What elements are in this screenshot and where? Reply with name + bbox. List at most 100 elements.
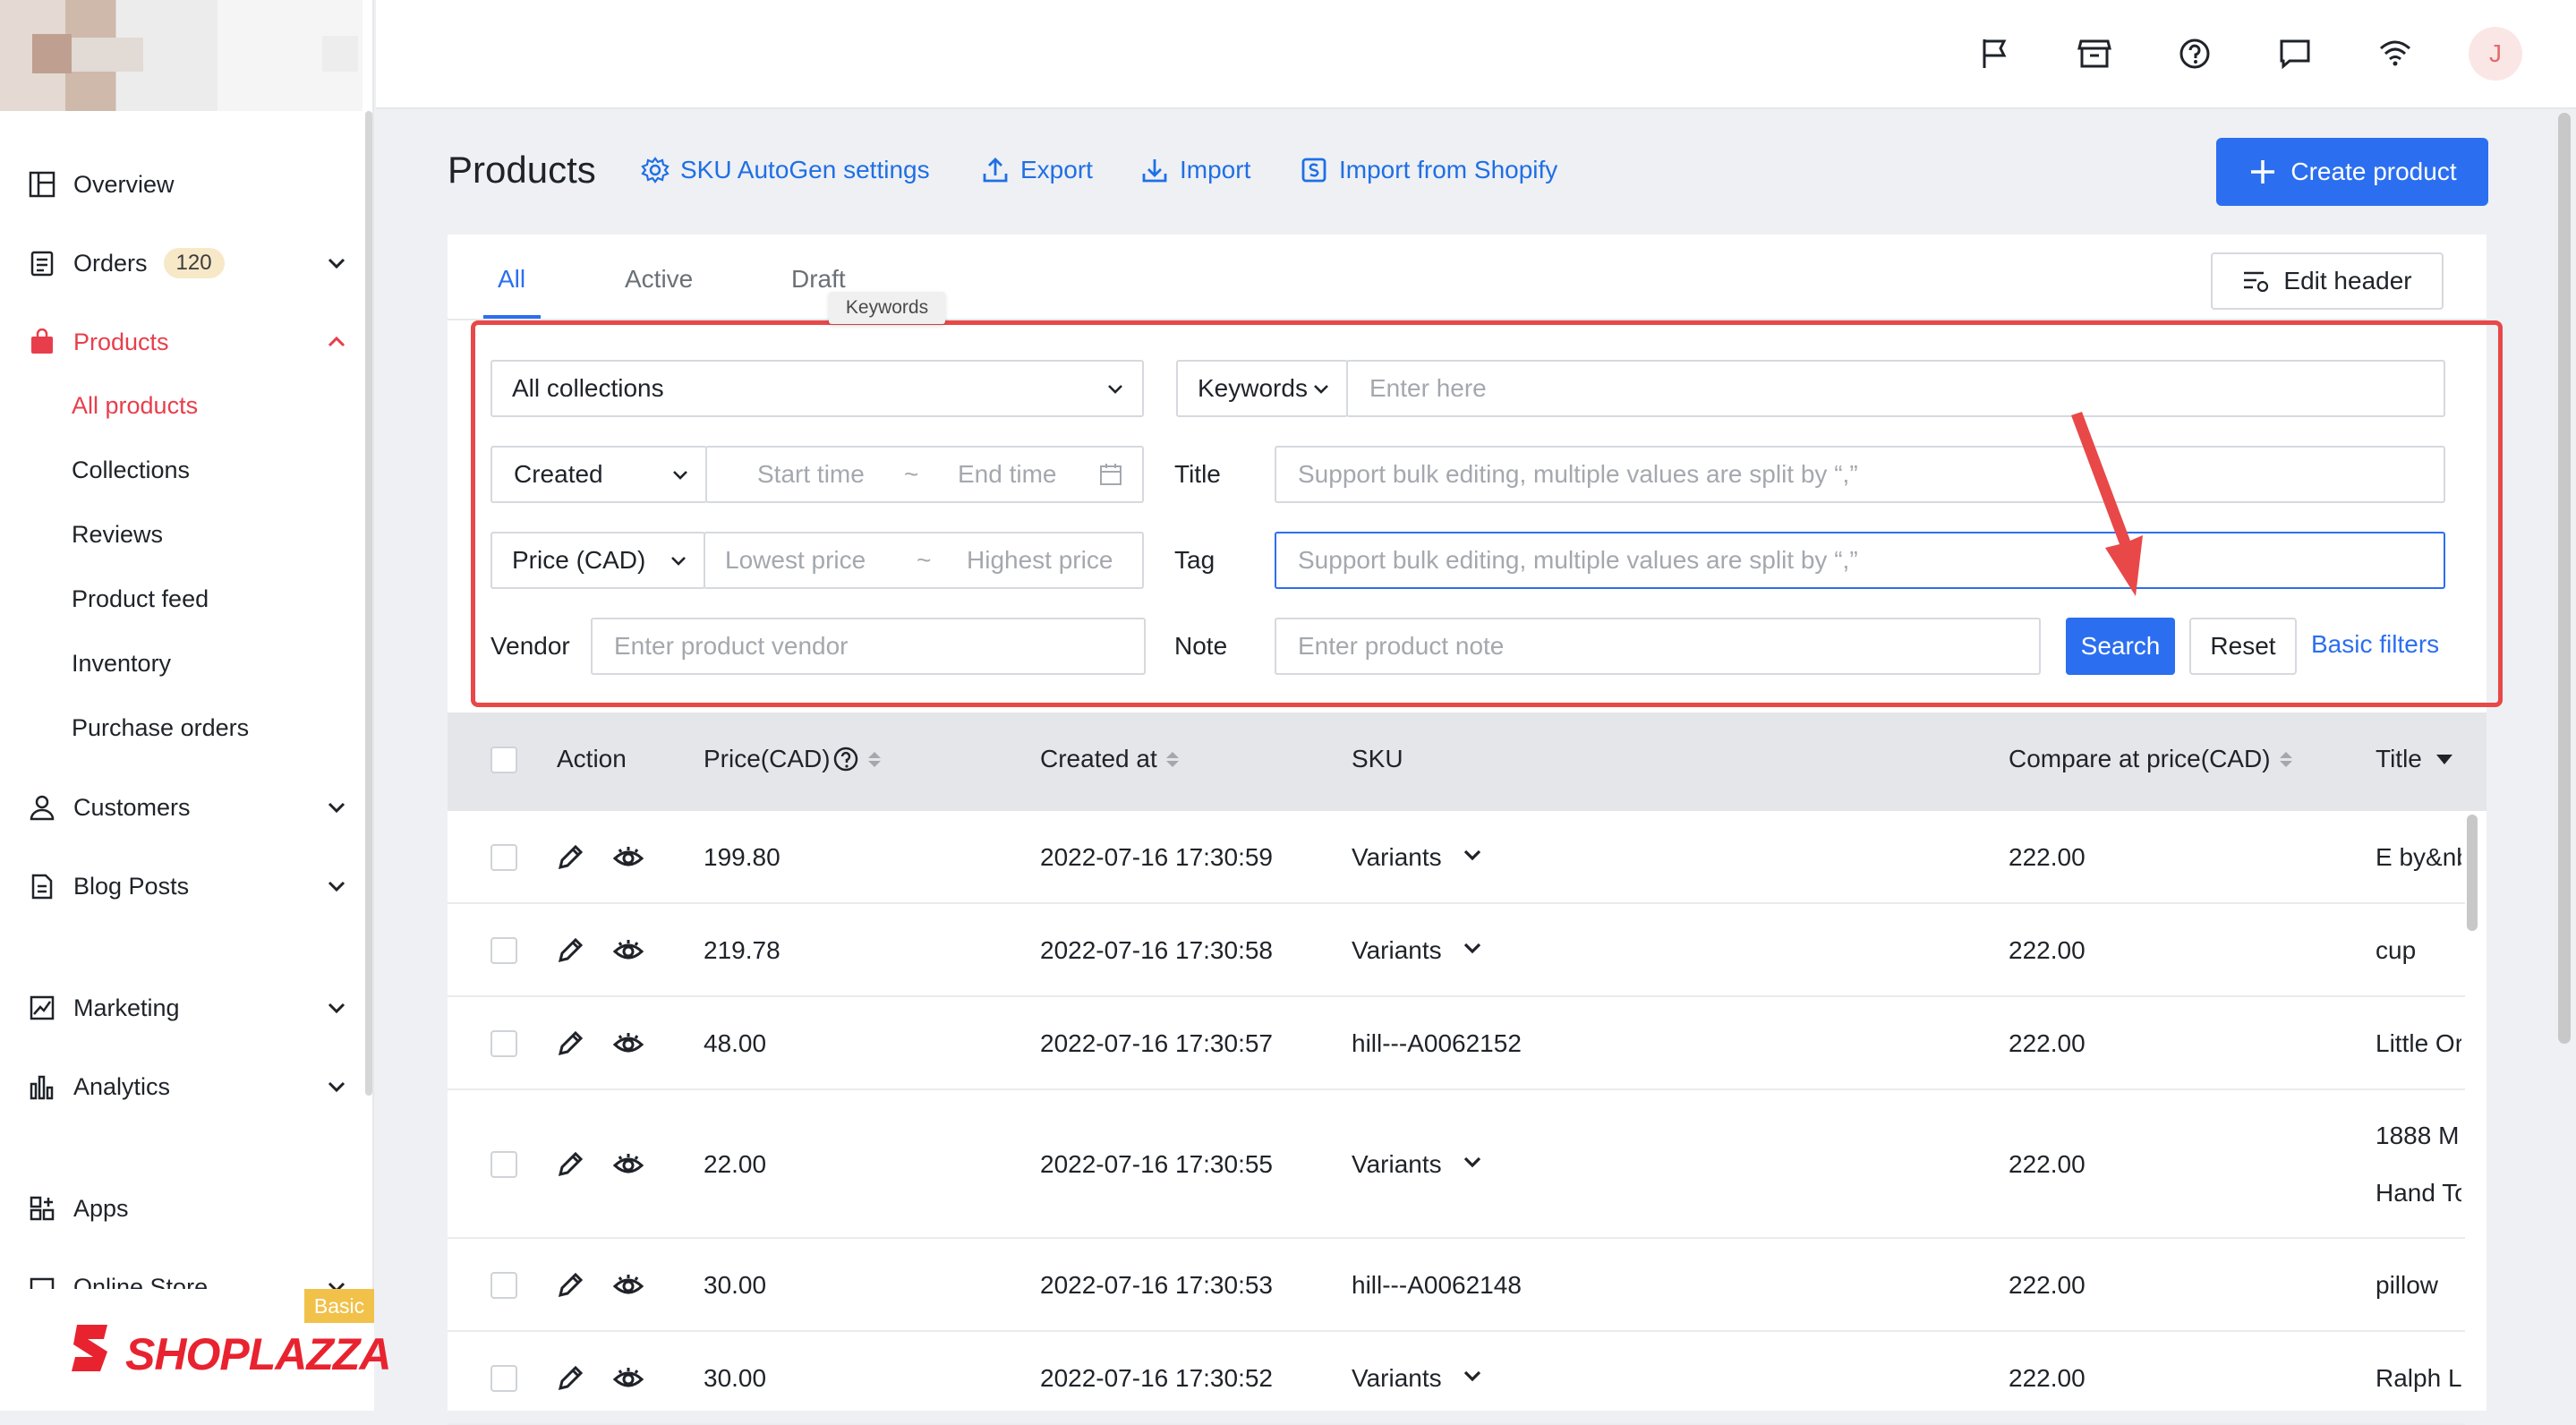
sidebar-item-customers[interactable]: Customers <box>27 784 349 831</box>
reset-button[interactable]: Reset <box>2189 618 2297 675</box>
column-created-at[interactable]: Created at <box>1040 745 1179 773</box>
sidebar-item-apps[interactable]: Apps <box>27 1185 349 1232</box>
edit-pencil-icon[interactable] <box>555 935 585 972</box>
preview-eye-icon[interactable] <box>612 842 644 879</box>
sidebar-subitem-collections[interactable]: Collections <box>72 457 190 484</box>
sort-icon[interactable] <box>2279 751 2292 767</box>
sort-icon[interactable] <box>867 751 881 767</box>
collection-select[interactable]: All collections <box>490 360 1144 417</box>
price-cell: 30.00 <box>704 1364 767 1392</box>
price-type-select[interactable]: Price (CAD) <box>490 532 705 589</box>
column-title[interactable]: Title <box>2376 745 2454 773</box>
date-type-select[interactable]: Created <box>490 446 707 503</box>
sidebar-scrollbar[interactable] <box>365 111 372 1096</box>
chevron-down-icon[interactable] <box>1461 1150 1484 1180</box>
select-all-checkbox[interactable] <box>490 747 517 773</box>
table-scrollbar[interactable] <box>2467 815 2478 931</box>
chevron-down-icon[interactable] <box>324 995 349 1020</box>
price-cell: 30.00 <box>704 1271 767 1299</box>
preview-eye-icon[interactable] <box>612 1149 644 1186</box>
sidebar-subitem-purchase-orders[interactable]: Purchase orders <box>72 714 249 742</box>
edit-pencil-icon[interactable] <box>555 1028 585 1065</box>
row-checkbox[interactable] <box>490 1365 517 1392</box>
sidebar-subitem-all-products[interactable]: All products <box>72 392 198 420</box>
compare-price-cell: 222.00 <box>2009 1029 2086 1057</box>
sku-cell: hill---A0062152 <box>1352 1029 1522 1057</box>
export-link[interactable]: Export <box>981 156 1093 184</box>
flag-icon[interactable] <box>1976 36 2012 72</box>
search-button[interactable]: Search <box>2066 618 2175 675</box>
edit-pencil-icon[interactable] <box>555 1270 585 1307</box>
sidebar-item-products[interactable]: Products <box>27 319 349 365</box>
page-scrollbar[interactable] <box>2558 113 2571 1044</box>
date-range-picker[interactable]: Start time ~ End time <box>705 446 1144 503</box>
edit-pencil-icon[interactable] <box>555 1149 585 1186</box>
sidebar-item-overview[interactable]: Overview <box>27 161 349 208</box>
column-compare-price[interactable]: Compare at price(CAD) <box>2009 745 2292 773</box>
products-bag-icon <box>27 327 57 357</box>
sidebar-item-blog-posts[interactable]: Blog Posts <box>27 863 349 909</box>
tag-filter-input[interactable]: Support bulk editing, multiple values ar… <box>1275 532 2445 589</box>
chevron-up-icon[interactable] <box>324 329 349 354</box>
help-icon[interactable] <box>832 746 859 772</box>
sidebar-subitem-product-feed[interactable]: Product feed <box>72 585 209 613</box>
tab-active[interactable]: Active <box>625 265 693 294</box>
sort-icon[interactable] <box>1165 751 1179 767</box>
sku-autogen-settings-link[interactable]: SKU AutoGen settings <box>641 156 930 184</box>
keyword-input[interactable]: Enter here <box>1346 360 2445 417</box>
chevron-down-icon <box>1108 385 1122 394</box>
sidebar-subitem-inventory[interactable]: Inventory <box>72 650 171 678</box>
preview-eye-icon[interactable] <box>612 1363 644 1400</box>
chevron-down-icon[interactable] <box>324 1074 349 1099</box>
preview-eye-icon[interactable] <box>612 935 644 972</box>
title-filter-input[interactable]: Support bulk editing, multiple values ar… <box>1275 446 2445 503</box>
edit-pencil-icon[interactable] <box>555 1363 585 1400</box>
basic-filters-link[interactable]: Basic filters <box>2311 630 2439 659</box>
chevron-down-icon[interactable] <box>324 874 349 899</box>
avatar[interactable]: J <box>2469 27 2522 81</box>
annotation-arrow-icon <box>2071 412 2143 596</box>
chevron-down-icon[interactable] <box>1461 936 1484 966</box>
row-checkbox[interactable] <box>490 1272 517 1299</box>
chevron-down-icon[interactable] <box>1461 843 1484 873</box>
preview-eye-icon[interactable] <box>612 1270 644 1307</box>
row-checkbox[interactable] <box>490 844 517 871</box>
store-logo[interactable] <box>0 0 363 111</box>
chevron-down-icon[interactable] <box>1461 1364 1484 1394</box>
row-checkbox[interactable] <box>490 937 517 964</box>
caret-down-icon[interactable] <box>2435 749 2454 769</box>
note-filter-label: Note <box>1174 632 1228 660</box>
keyword-type-select[interactable]: Keywords <box>1176 360 1348 417</box>
note-input[interactable]: Enter product note <box>1275 618 2041 675</box>
edit-header-button[interactable]: Edit header <box>2211 252 2444 310</box>
price-range-input[interactable]: Lowest price ~ Highest price <box>704 532 1144 589</box>
tab-all[interactable]: All <box>498 265 525 294</box>
import-link[interactable]: Import <box>1140 156 1250 184</box>
column-price[interactable]: Price(CAD) <box>704 745 881 773</box>
chat-icon[interactable] <box>2277 36 2313 72</box>
sidebar-item-marketing[interactable]: Marketing <box>27 985 349 1031</box>
title-cell: 1888 M <box>2376 1122 2460 1149</box>
import-from-shopify-link[interactable]: Import from Shopify <box>1300 156 1557 184</box>
store-icon[interactable] <box>2077 36 2112 72</box>
chevron-down-icon[interactable] <box>324 251 349 276</box>
sidebar-item-orders[interactable]: Orders 120 <box>27 240 349 286</box>
title-cell-line2: Hand To <box>2376 1179 2461 1207</box>
column-label: Created at <box>1040 745 1157 772</box>
sidebar-item-analytics[interactable]: Analytics <box>27 1063 349 1110</box>
preview-eye-icon[interactable] <box>612 1028 644 1065</box>
row-checkbox[interactable] <box>490 1030 517 1057</box>
chevron-down-icon[interactable] <box>324 795 349 820</box>
column-sku: SKU <box>1352 745 1403 773</box>
create-product-button[interactable]: Create product <box>2216 138 2488 206</box>
vendor-input[interactable]: Enter product vendor <box>591 618 1146 675</box>
row-checkbox[interactable] <box>490 1151 517 1178</box>
sku-cell: Variants <box>1352 1150 1442 1178</box>
tab-draft[interactable]: Draft <box>791 265 846 294</box>
sidebar-subitem-reviews[interactable]: Reviews <box>72 521 163 549</box>
help-icon[interactable] <box>2177 36 2213 72</box>
edit-pencil-icon[interactable] <box>555 842 585 879</box>
column-label: Title <box>2376 745 2422 772</box>
created-at-cell: 2022-07-16 17:30:53 <box>1040 1271 1273 1299</box>
wifi-icon[interactable] <box>2377 36 2413 72</box>
